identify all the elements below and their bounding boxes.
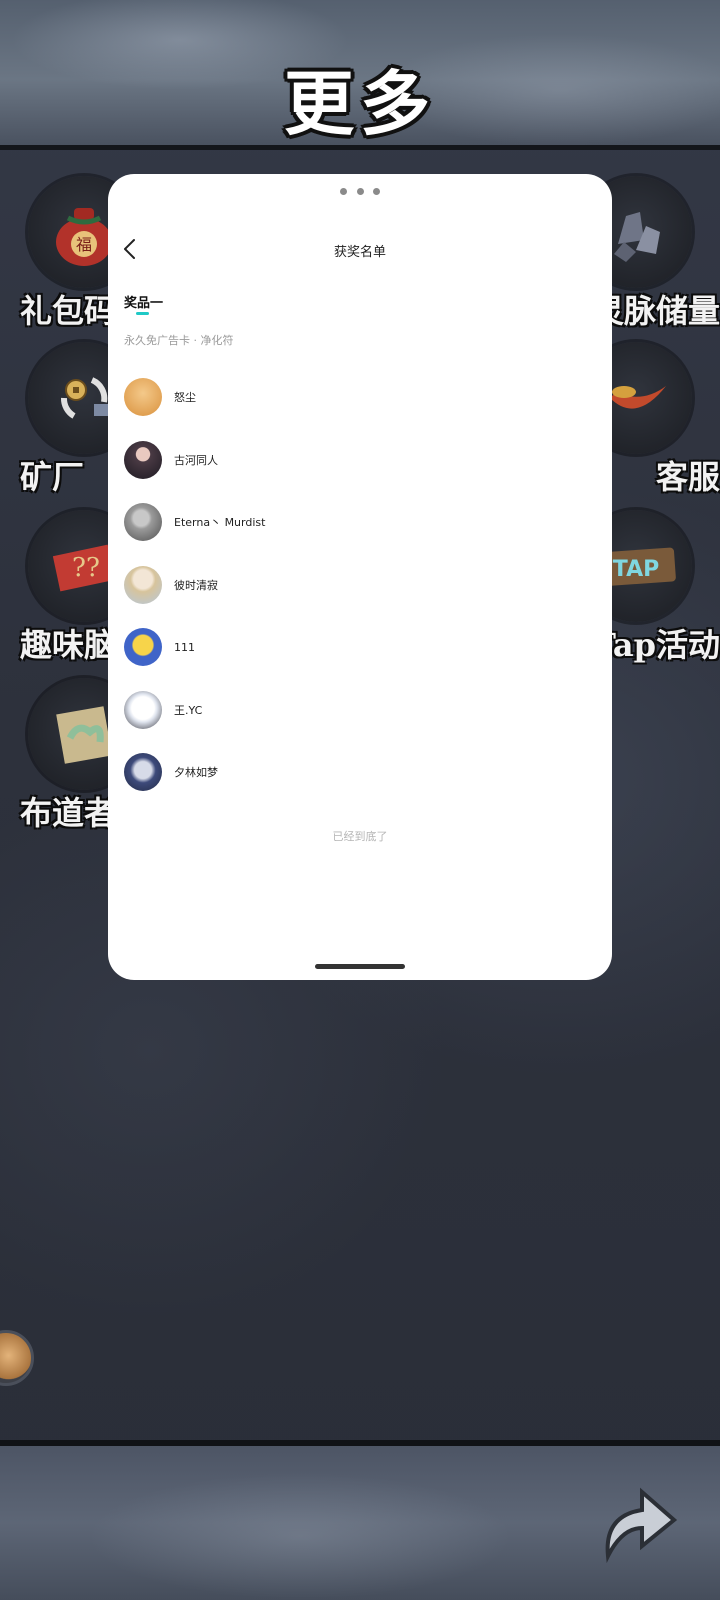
winner-list: 怒尘 古河同人 Eterna丶 Murdist 彼时清寂 111 王.YC 夕林… xyxy=(124,366,594,804)
winner-name: 111 xyxy=(174,640,195,654)
avatar xyxy=(124,440,162,479)
tab-prize-one[interactable]: 奖品一 xyxy=(124,292,163,311)
more-options-icon[interactable] xyxy=(340,188,380,196)
avatar xyxy=(124,690,162,729)
winner-list-sheet: 获奖名单 奖品一 永久免广告卡 · 净化符 怒尘 古河同人 Eterna丶 Mu… xyxy=(108,174,612,980)
svg-text:福: 福 xyxy=(76,235,92,254)
winner-name: 彼时清寂 xyxy=(174,578,218,592)
tap-sign-text: TAP xyxy=(613,557,659,582)
avatar xyxy=(124,378,162,417)
svg-text:??: ?? xyxy=(72,553,100,583)
avatar xyxy=(124,503,162,542)
header-band: 更多 xyxy=(0,0,720,150)
end-of-list-text: 已经到底了 xyxy=(332,830,388,843)
tab-underline xyxy=(136,312,149,315)
prize-description: 永久免广告卡 · 净化符 xyxy=(124,334,234,347)
avatar xyxy=(124,565,162,604)
winner-name: 夕林如梦 xyxy=(174,766,218,780)
winner-name: 王.YC xyxy=(174,703,203,717)
share-arrow-icon[interactable] xyxy=(596,1476,680,1566)
page-title: 更多 xyxy=(284,62,436,145)
avatar xyxy=(124,753,162,792)
list-item[interactable]: 怒尘 xyxy=(124,366,594,429)
list-item[interactable]: Eterna丶 Murdist xyxy=(124,491,594,554)
winner-name: 怒尘 xyxy=(174,391,196,405)
home-indicator[interactable] xyxy=(315,964,405,969)
list-item[interactable]: 王.YC xyxy=(124,679,594,742)
list-item[interactable]: 111 xyxy=(124,616,594,679)
sheet-title: 获奖名单 xyxy=(333,245,386,260)
winner-name: Eterna丶 Murdist xyxy=(174,516,266,530)
list-item[interactable]: 古河同人 xyxy=(124,429,594,492)
winner-name: 古河同人 xyxy=(174,453,218,467)
list-item[interactable]: 夕林如梦 xyxy=(124,741,594,804)
avatar xyxy=(124,628,162,667)
list-item[interactable]: 彼时清寂 xyxy=(124,554,594,617)
